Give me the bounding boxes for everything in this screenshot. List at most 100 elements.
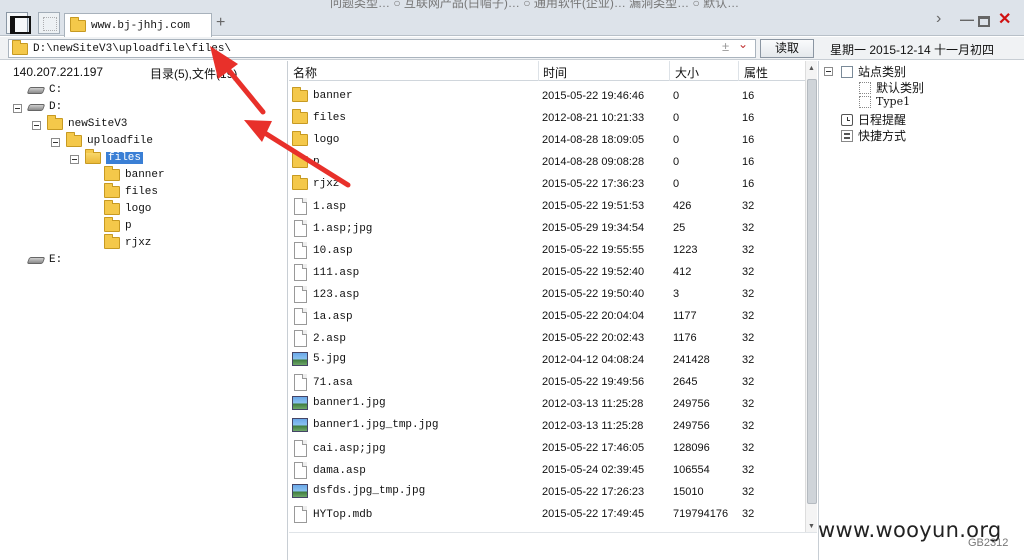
tab-site[interactable]: www.bj-jhhj.com (64, 13, 212, 37)
path-input[interactable]: D:\newSiteV3\uploadfile\files\ (8, 39, 756, 58)
tree-item-files[interactable]: files (104, 183, 158, 200)
tree-item-logo[interactable]: logo (104, 200, 151, 217)
file-name-cell: files (292, 109, 346, 126)
document-file-icon (294, 506, 307, 523)
type1-node[interactable]: Type1 (859, 95, 910, 108)
file-name-cell: cai.asp;jpg (292, 440, 386, 457)
blank-tab-button[interactable] (38, 12, 60, 34)
column-divider[interactable] (669, 61, 670, 81)
file-row[interactable]: 1a.asp 2015-05-22 20:04:04 1177 32 (289, 305, 805, 327)
file-name: 2.asp (313, 332, 347, 345)
read-button[interactable]: 读取 (760, 39, 814, 58)
file-attr: 32 (742, 288, 755, 300)
file-size: 1223 (673, 244, 698, 256)
document-file-icon (294, 462, 307, 479)
tree-drive-d[interactable]: D: (26, 99, 62, 115)
file-row[interactable]: 71.asa 2015-05-22 19:49:56 2645 32 (289, 371, 805, 393)
server-ip: 140.207.221.197 (13, 65, 104, 79)
file-name: logo (313, 134, 340, 146)
file-name: 10.asp (313, 244, 353, 257)
file-attr: 32 (742, 376, 755, 388)
tree-drive-c[interactable]: C: (26, 82, 62, 98)
default-category-label: 默认类别 (876, 81, 925, 95)
file-row[interactable]: 1.asp 2015-05-22 19:51:53 426 32 (289, 195, 805, 217)
file-row[interactable]: banner1.jpg 2012-03-13 11:25:28 249756 32 (289, 393, 805, 415)
file-row[interactable]: dsfds.jpg_tmp.jpg 2015-05-22 17:26:23 1501… (289, 481, 805, 503)
scrollbar-thumb[interactable] (807, 79, 817, 504)
column-divider[interactable] (538, 61, 539, 81)
column-header-name[interactable]: 名称 (293, 64, 317, 81)
schedule-node[interactable]: 日程提醒 (841, 111, 906, 128)
tree-item-uploadfile[interactable]: uploadfile (66, 132, 153, 149)
file-row[interactable]: HYTop.mdb 2015-05-22 17:49:45 719794176 32 (289, 503, 805, 525)
file-name-cell: 2.asp (292, 330, 346, 347)
scroll-up-icon[interactable]: ▲ (808, 65, 815, 72)
file-name-cell: HYTop.mdb (292, 506, 372, 523)
file-row[interactable]: dama.asp 2015-05-24 02:39:45 106554 32 (289, 459, 805, 481)
file-size: 0 (673, 134, 680, 146)
file-list-header: 名称 时间 大小 属性 (289, 61, 805, 81)
file-row[interactable]: files 2012-08-21 10:21:33 0 16 (289, 107, 805, 129)
file-row[interactable]: 1.asp;jpg 2015-05-29 19:34:54 25 32 (289, 217, 805, 239)
close-icon[interactable]: ✕ (998, 9, 1011, 29)
file-row[interactable]: p 2014-08-28 09:08:28 0 16 (289, 151, 805, 173)
directory-tree-panel: 140.207.221.197 目录(5),文件(19) C: D: newSi… (0, 61, 288, 560)
file-time: 2015-05-29 19:34:54 (542, 222, 645, 234)
shortcuts-node[interactable]: 快捷方式 (841, 127, 906, 144)
file-name: 111.asp (313, 266, 360, 279)
chevron-down-icon[interactable]: ⌄ (738, 37, 748, 51)
file-time: 2012-03-13 11:25:28 (542, 420, 644, 432)
tree-drive-e[interactable]: E: (26, 252, 62, 268)
file-row[interactable]: 10.asp 2015-05-22 19:55:55 1223 32 (289, 239, 805, 261)
tree-label: banner (125, 169, 165, 181)
file-size: 15010 (673, 486, 704, 498)
tree-item-rjxz[interactable]: rjxz (104, 234, 151, 251)
file-time: 2015-05-24 02:39:45 (542, 464, 645, 476)
tree-item-files-selected[interactable]: files (85, 149, 144, 166)
file-time: 2012-08-21 10:21:33 (542, 112, 645, 124)
clock-icon (841, 113, 853, 126)
tree-item-newsitev3[interactable]: newSiteV3 (47, 115, 127, 132)
file-time: 2015-05-22 19:52:40 (542, 266, 645, 278)
column-header-attr[interactable]: 属性 (744, 64, 768, 81)
scroll-down-icon[interactable]: ▼ (808, 523, 815, 530)
file-name: banner (313, 90, 353, 102)
category-icon (841, 65, 853, 78)
collapse-icon[interactable] (70, 155, 79, 164)
document-file-icon (294, 374, 307, 391)
collapse-icon[interactable] (13, 104, 22, 113)
folder-icon (292, 153, 308, 168)
default-category-node[interactable]: 默认类别 (859, 79, 924, 96)
file-row[interactable]: banner1.jpg_tmp.jpg 2012-03-13 11:25:28 24… (289, 415, 805, 437)
file-row[interactable]: rjxz 2015-05-22 17:36:23 0 16 (289, 173, 805, 195)
favorite-icon[interactable]: ± (722, 39, 729, 54)
collapse-icon[interactable] (32, 121, 41, 130)
collapse-icon[interactable] (51, 138, 60, 147)
file-row[interactable]: cai.asp;jpg 2015-05-22 17:46:05 128096 32 (289, 437, 805, 459)
file-name: 1a.asp (313, 310, 353, 323)
collapse-icon[interactable] (824, 67, 833, 76)
chevron-right-icon[interactable]: › (936, 10, 941, 28)
minimize-icon[interactable]: — (960, 11, 974, 27)
tree-item-banner[interactable]: banner (104, 166, 165, 183)
file-row[interactable]: banner 2015-05-22 19:46:46 0 16 (289, 85, 805, 107)
file-row[interactable]: 111.asp 2015-05-22 19:52:40 412 32 (289, 261, 805, 283)
file-row[interactable]: 2.asp 2015-05-22 20:02:43 1176 32 (289, 327, 805, 349)
file-time: 2015-05-22 17:49:45 (542, 508, 645, 520)
column-header-size[interactable]: 大小 (675, 64, 699, 81)
column-divider[interactable] (738, 61, 739, 81)
file-time: 2015-05-22 17:36:23 (542, 178, 645, 190)
file-list-scrollbar[interactable]: ▲ ▼ (805, 61, 817, 532)
column-header-time[interactable]: 时间 (543, 64, 567, 81)
add-tab-icon[interactable]: + (216, 14, 225, 32)
toggle-panel-button[interactable] (6, 12, 31, 34)
maximize-icon[interactable] (978, 16, 990, 27)
file-row[interactable]: 5.jpg 2012-04-12 04:08:24 241428 32 (289, 349, 805, 371)
file-row[interactable]: 123.asp 2015-05-22 19:50:40 3 32 (289, 283, 805, 305)
document-file-icon (294, 330, 307, 347)
file-row[interactable]: logo 2014-08-28 18:09:05 0 16 (289, 129, 805, 151)
tree-item-p[interactable]: p (104, 217, 132, 234)
file-name: 1.asp;jpg (313, 222, 373, 235)
file-name-cell: 123.asp (292, 286, 359, 303)
site-category-node[interactable]: 站点类别 (841, 63, 906, 80)
